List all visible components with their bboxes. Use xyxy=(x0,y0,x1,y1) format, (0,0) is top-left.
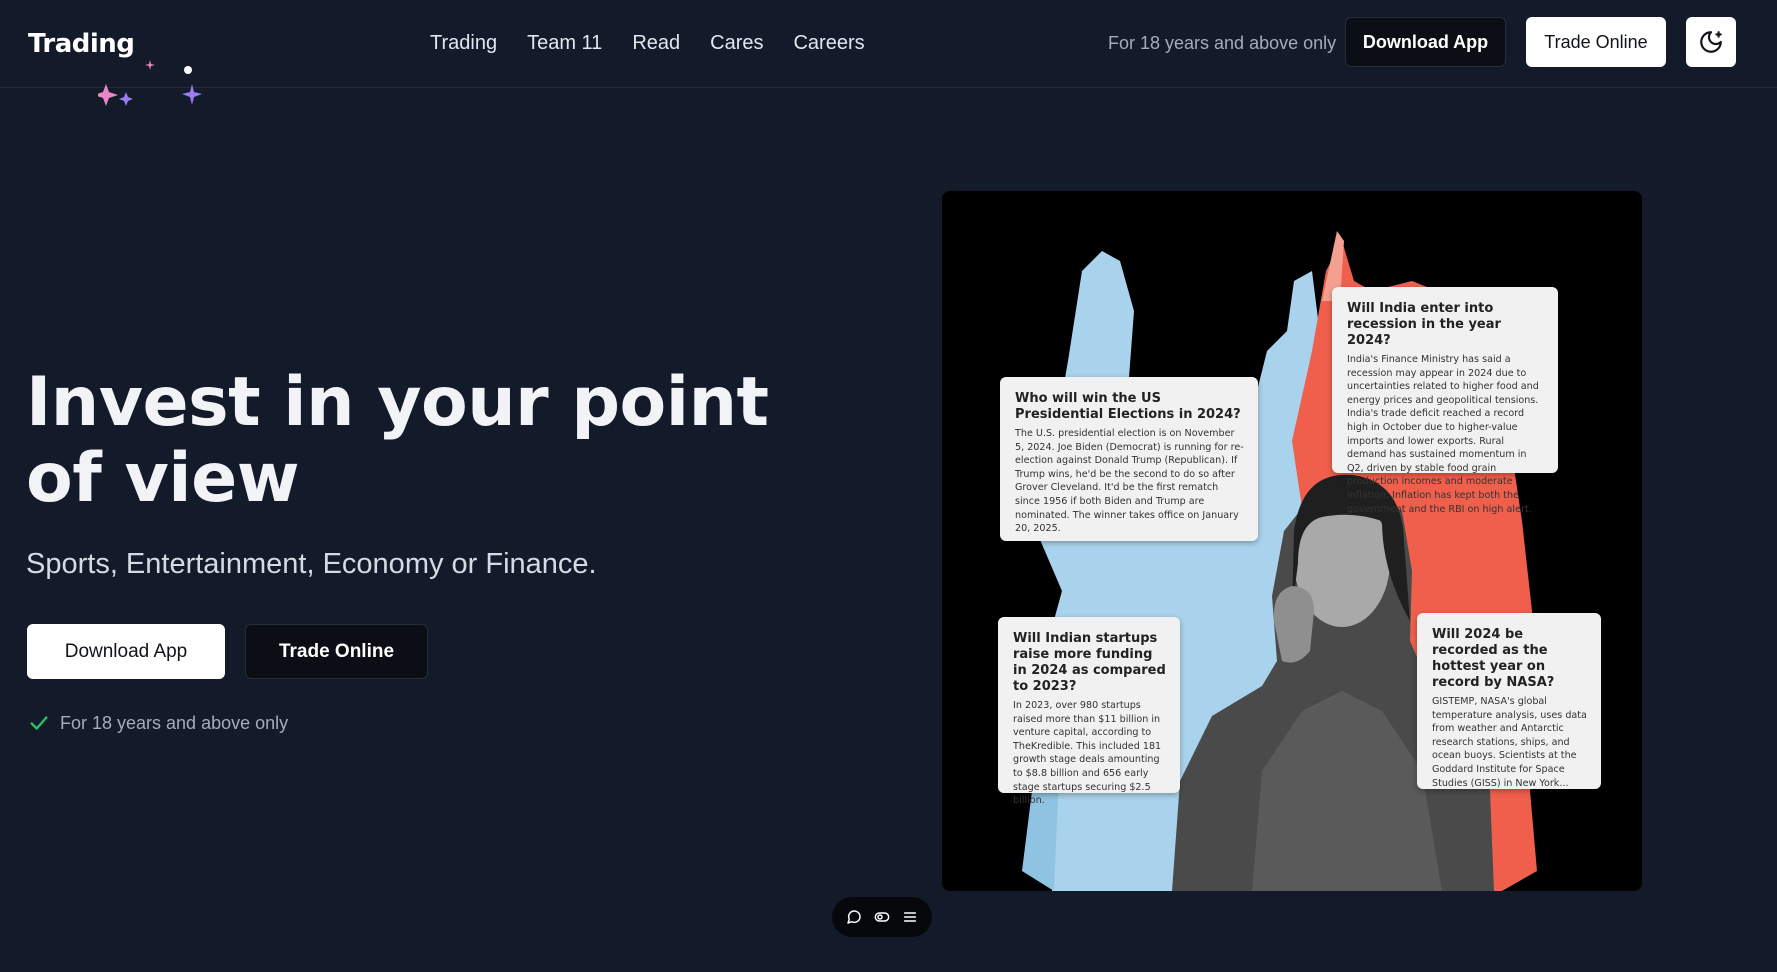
sparkle-stars-icon xyxy=(98,60,202,106)
hero-download-app-button[interactable]: Download App xyxy=(27,624,225,679)
nav-item-team-11[interactable]: Team 11 xyxy=(527,30,602,56)
market-card-us-election[interactable]: Who will win the US Presidential Electio… xyxy=(1000,377,1258,541)
check-icon xyxy=(30,716,48,730)
site-header: Trading Trading Team 11 Read Cares Caree… xyxy=(0,0,1777,106)
market-card-india-recession[interactable]: Will India enter into recession in the y… xyxy=(1332,287,1558,515)
chat-bubble-icon[interactable] xyxy=(846,909,862,925)
header-trade-online-button[interactable]: Trade Online xyxy=(1526,17,1666,67)
header-age-note: For 18 years and above only xyxy=(1108,33,1337,53)
nav-item-careers[interactable]: Careers xyxy=(793,30,864,56)
market-card-startup-funding[interactable]: Will Indian startups raise more funding … xyxy=(998,617,1180,806)
hero-age-note-text: For 18 years and above only xyxy=(60,712,289,733)
market-card-body: GISTEMP, NASA's global temperature analy… xyxy=(1432,696,1587,789)
market-card-body: In 2023, over 980 startups raised more t… xyxy=(1013,700,1162,807)
header-download-app-button[interactable]: Download App xyxy=(1345,17,1506,67)
main-nav: Trading Team 11 Read Cares Careers xyxy=(430,30,865,56)
market-card-title: Who will win the US Presidential Electio… xyxy=(1015,391,1241,422)
market-card-title: Will India enter into recession in the y… xyxy=(1347,301,1501,348)
hero-trade-online-button[interactable]: Trade Online xyxy=(245,624,428,679)
floating-toolbar xyxy=(832,897,932,937)
hero-subtitle: Sports, Entertainment, Economy or Financ… xyxy=(26,548,597,580)
toggle-icon[interactable] xyxy=(874,909,890,925)
market-card-hottest-year[interactable]: Will 2024 be recorded as the hottest yea… xyxy=(1417,613,1601,789)
nav-item-trading[interactable]: Trading xyxy=(430,30,497,56)
hero-age-note: For 18 years and above only xyxy=(28,712,288,734)
market-card-body: The U.S. presidential election is on Nov… xyxy=(1015,428,1244,535)
market-card-title: Will 2024 be recorded as the hottest yea… xyxy=(1432,627,1555,690)
theme-toggle-button[interactable] xyxy=(1686,17,1736,67)
hero-title: Invest in your point of view xyxy=(26,363,769,518)
hero-illustration: Who will win the US Presidential Electio… xyxy=(942,191,1642,891)
nav-item-read[interactable]: Read xyxy=(632,30,680,56)
market-card-body: India's Finance Ministry has said a rece… xyxy=(1347,354,1539,515)
nav-item-cares[interactable]: Cares xyxy=(710,30,763,56)
market-card-title: Will Indian startups raise more funding … xyxy=(1013,631,1166,694)
brand-logo[interactable]: Trading xyxy=(28,24,202,106)
menu-icon[interactable] xyxy=(902,909,918,925)
moon-star-icon xyxy=(1700,31,1722,53)
